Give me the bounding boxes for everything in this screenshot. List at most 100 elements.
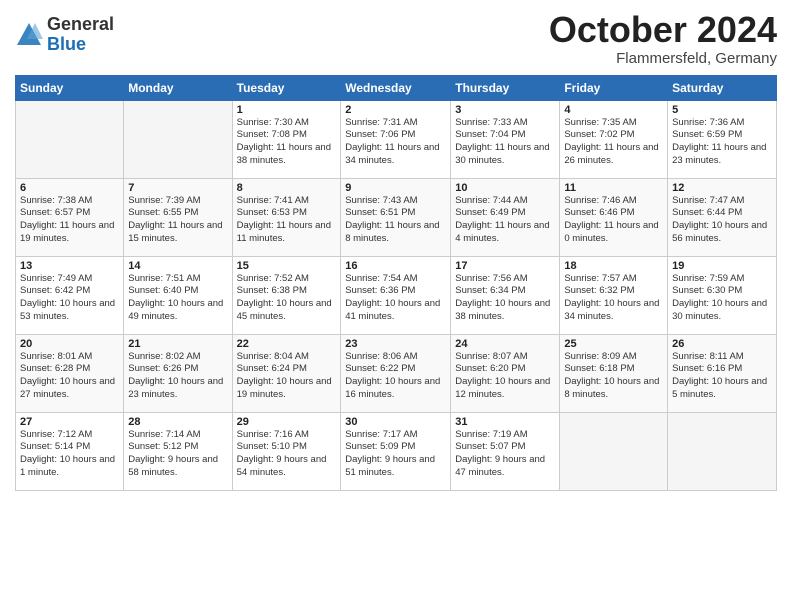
day-number: 7 <box>128 182 227 194</box>
day-number: 21 <box>128 338 227 350</box>
title-block: October 2024 Flammersfeld, Germany <box>549 10 777 67</box>
calendar-cell: 12Sunrise: 7:47 AM Sunset: 6:44 PM Dayli… <box>668 178 777 256</box>
day-number: 11 <box>564 182 663 194</box>
day-info: Sunrise: 7:44 AM Sunset: 6:49 PM Dayligh… <box>455 195 555 246</box>
calendar-cell: 7Sunrise: 7:39 AM Sunset: 6:55 PM Daylig… <box>124 178 232 256</box>
weekday-header: Wednesday <box>341 75 451 100</box>
calendar-cell: 14Sunrise: 7:51 AM Sunset: 6:40 PM Dayli… <box>124 256 232 334</box>
day-info: Sunrise: 7:56 AM Sunset: 6:34 PM Dayligh… <box>455 273 555 324</box>
calendar-cell: 30Sunrise: 7:17 AM Sunset: 5:09 PM Dayli… <box>341 412 451 490</box>
day-number: 28 <box>128 416 227 428</box>
logo-icon <box>15 21 43 49</box>
calendar-cell: 18Sunrise: 7:57 AM Sunset: 6:32 PM Dayli… <box>560 256 668 334</box>
day-info: Sunrise: 7:46 AM Sunset: 6:46 PM Dayligh… <box>564 195 663 246</box>
header: General Blue October 2024 Flammersfeld, … <box>15 10 777 67</box>
calendar-cell: 17Sunrise: 7:56 AM Sunset: 6:34 PM Dayli… <box>451 256 560 334</box>
calendar-cell: 21Sunrise: 8:02 AM Sunset: 6:26 PM Dayli… <box>124 334 232 412</box>
day-number: 24 <box>455 338 555 350</box>
calendar-cell <box>560 412 668 490</box>
day-info: Sunrise: 8:09 AM Sunset: 6:18 PM Dayligh… <box>564 351 663 402</box>
calendar-cell: 25Sunrise: 8:09 AM Sunset: 6:18 PM Dayli… <box>560 334 668 412</box>
calendar-cell: 9Sunrise: 7:43 AM Sunset: 6:51 PM Daylig… <box>341 178 451 256</box>
day-info: Sunrise: 7:47 AM Sunset: 6:44 PM Dayligh… <box>672 195 772 246</box>
day-number: 31 <box>455 416 555 428</box>
calendar-cell: 19Sunrise: 7:59 AM Sunset: 6:30 PM Dayli… <box>668 256 777 334</box>
weekday-header: Tuesday <box>232 75 341 100</box>
calendar-week-row: 13Sunrise: 7:49 AM Sunset: 6:42 PM Dayli… <box>16 256 777 334</box>
month-title: October 2024 <box>549 10 777 50</box>
day-number: 30 <box>345 416 446 428</box>
location: Flammersfeld, Germany <box>549 50 777 67</box>
day-info: Sunrise: 7:49 AM Sunset: 6:42 PM Dayligh… <box>20 273 119 324</box>
day-info: Sunrise: 8:02 AM Sunset: 6:26 PM Dayligh… <box>128 351 227 402</box>
weekday-header: Thursday <box>451 75 560 100</box>
day-number: 25 <box>564 338 663 350</box>
weekday-header: Monday <box>124 75 232 100</box>
day-number: 29 <box>237 416 337 428</box>
day-number: 6 <box>20 182 119 194</box>
calendar-cell: 28Sunrise: 7:14 AM Sunset: 5:12 PM Dayli… <box>124 412 232 490</box>
calendar-cell: 31Sunrise: 7:19 AM Sunset: 5:07 PM Dayli… <box>451 412 560 490</box>
calendar-week-row: 20Sunrise: 8:01 AM Sunset: 6:28 PM Dayli… <box>16 334 777 412</box>
logo-blue: Blue <box>47 35 114 55</box>
logo-general: General <box>47 15 114 35</box>
day-number: 1 <box>237 104 337 116</box>
calendar-cell: 10Sunrise: 7:44 AM Sunset: 6:49 PM Dayli… <box>451 178 560 256</box>
day-info: Sunrise: 7:19 AM Sunset: 5:07 PM Dayligh… <box>455 429 555 480</box>
day-number: 13 <box>20 260 119 272</box>
day-info: Sunrise: 8:04 AM Sunset: 6:24 PM Dayligh… <box>237 351 337 402</box>
day-number: 23 <box>345 338 446 350</box>
calendar-cell: 13Sunrise: 7:49 AM Sunset: 6:42 PM Dayli… <box>16 256 124 334</box>
calendar-cell: 22Sunrise: 8:04 AM Sunset: 6:24 PM Dayli… <box>232 334 341 412</box>
day-info: Sunrise: 8:01 AM Sunset: 6:28 PM Dayligh… <box>20 351 119 402</box>
day-info: Sunrise: 8:07 AM Sunset: 6:20 PM Dayligh… <box>455 351 555 402</box>
weekday-header: Friday <box>560 75 668 100</box>
calendar-cell: 20Sunrise: 8:01 AM Sunset: 6:28 PM Dayli… <box>16 334 124 412</box>
day-number: 17 <box>455 260 555 272</box>
day-info: Sunrise: 7:31 AM Sunset: 7:06 PM Dayligh… <box>345 117 446 168</box>
page: General Blue October 2024 Flammersfeld, … <box>0 0 792 612</box>
day-number: 18 <box>564 260 663 272</box>
day-number: 3 <box>455 104 555 116</box>
day-info: Sunrise: 7:16 AM Sunset: 5:10 PM Dayligh… <box>237 429 337 480</box>
calendar-cell <box>124 100 232 178</box>
day-info: Sunrise: 7:54 AM Sunset: 6:36 PM Dayligh… <box>345 273 446 324</box>
calendar-cell: 16Sunrise: 7:54 AM Sunset: 6:36 PM Dayli… <box>341 256 451 334</box>
calendar-cell: 15Sunrise: 7:52 AM Sunset: 6:38 PM Dayli… <box>232 256 341 334</box>
day-number: 4 <box>564 104 663 116</box>
day-number: 10 <box>455 182 555 194</box>
day-number: 12 <box>672 182 772 194</box>
weekday-header: Sunday <box>16 75 124 100</box>
logo: General Blue <box>15 15 114 55</box>
day-number: 2 <box>345 104 446 116</box>
calendar-cell: 23Sunrise: 8:06 AM Sunset: 6:22 PM Dayli… <box>341 334 451 412</box>
day-info: Sunrise: 8:06 AM Sunset: 6:22 PM Dayligh… <box>345 351 446 402</box>
calendar-week-row: 27Sunrise: 7:12 AM Sunset: 5:14 PM Dayli… <box>16 412 777 490</box>
calendar-cell: 11Sunrise: 7:46 AM Sunset: 6:46 PM Dayli… <box>560 178 668 256</box>
calendar-cell: 8Sunrise: 7:41 AM Sunset: 6:53 PM Daylig… <box>232 178 341 256</box>
day-number: 20 <box>20 338 119 350</box>
calendar-week-row: 1Sunrise: 7:30 AM Sunset: 7:08 PM Daylig… <box>16 100 777 178</box>
calendar-cell: 1Sunrise: 7:30 AM Sunset: 7:08 PM Daylig… <box>232 100 341 178</box>
day-info: Sunrise: 7:43 AM Sunset: 6:51 PM Dayligh… <box>345 195 446 246</box>
day-info: Sunrise: 7:59 AM Sunset: 6:30 PM Dayligh… <box>672 273 772 324</box>
day-number: 16 <box>345 260 446 272</box>
calendar-cell: 4Sunrise: 7:35 AM Sunset: 7:02 PM Daylig… <box>560 100 668 178</box>
day-number: 15 <box>237 260 337 272</box>
day-info: Sunrise: 7:33 AM Sunset: 7:04 PM Dayligh… <box>455 117 555 168</box>
day-info: Sunrise: 7:12 AM Sunset: 5:14 PM Dayligh… <box>20 429 119 480</box>
calendar-cell: 27Sunrise: 7:12 AM Sunset: 5:14 PM Dayli… <box>16 412 124 490</box>
day-info: Sunrise: 7:35 AM Sunset: 7:02 PM Dayligh… <box>564 117 663 168</box>
day-info: Sunrise: 7:57 AM Sunset: 6:32 PM Dayligh… <box>564 273 663 324</box>
calendar-cell: 6Sunrise: 7:38 AM Sunset: 6:57 PM Daylig… <box>16 178 124 256</box>
day-info: Sunrise: 7:38 AM Sunset: 6:57 PM Dayligh… <box>20 195 119 246</box>
calendar: SundayMondayTuesdayWednesdayThursdayFrid… <box>15 75 777 491</box>
day-number: 14 <box>128 260 227 272</box>
calendar-cell <box>668 412 777 490</box>
calendar-cell: 5Sunrise: 7:36 AM Sunset: 6:59 PM Daylig… <box>668 100 777 178</box>
calendar-cell: 29Sunrise: 7:16 AM Sunset: 5:10 PM Dayli… <box>232 412 341 490</box>
calendar-cell: 2Sunrise: 7:31 AM Sunset: 7:06 PM Daylig… <box>341 100 451 178</box>
weekday-header-row: SundayMondayTuesdayWednesdayThursdayFrid… <box>16 75 777 100</box>
day-info: Sunrise: 7:17 AM Sunset: 5:09 PM Dayligh… <box>345 429 446 480</box>
day-number: 5 <box>672 104 772 116</box>
